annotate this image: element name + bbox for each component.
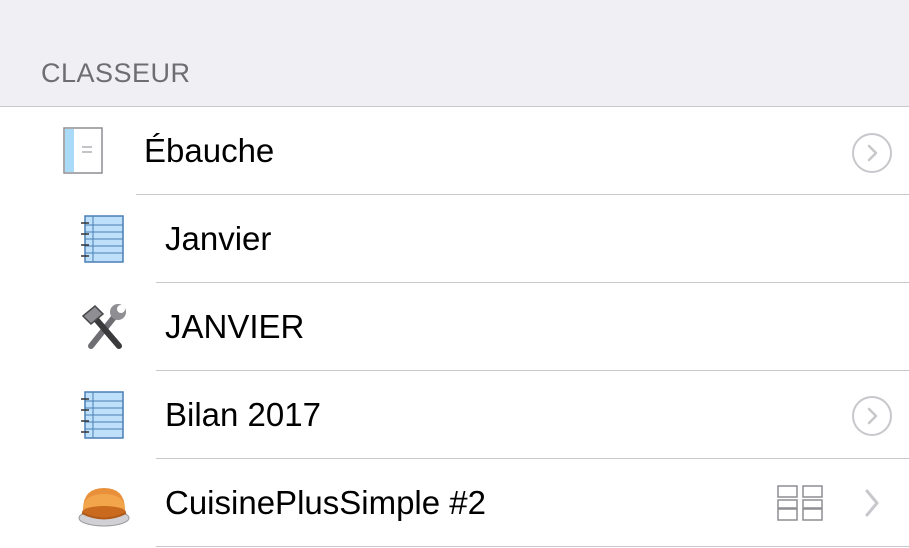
notebook-icon	[81, 391, 125, 444]
list-item-label: Janvier	[165, 220, 272, 257]
chevron-right-icon[interactable]	[862, 488, 882, 518]
list-item-label: CuisinePlusSimple #2	[165, 484, 486, 521]
list-item-ebauche[interactable]: Ébauche	[0, 107, 909, 195]
list-item-janvier-upper[interactable]: JANVIER	[0, 283, 909, 371]
draft-document-icon	[63, 127, 105, 180]
section-header: CLASSEUR	[0, 0, 909, 107]
hammer-wrench-icon	[79, 302, 129, 357]
detail-disclosure-button[interactable]	[852, 396, 892, 436]
list-item-label: Ébauche	[144, 132, 275, 169]
pie-icon	[78, 480, 130, 533]
list-item-label: Bilan 2017	[165, 396, 321, 433]
list-item-label: JANVIER	[165, 308, 305, 345]
grid-icon[interactable]	[777, 485, 823, 526]
chevron-right-icon	[867, 407, 878, 425]
list-item-bilan-2017[interactable]: Bilan 2017	[0, 371, 909, 459]
section-title: CLASSEUR	[41, 58, 191, 88]
notebook-icon	[81, 215, 125, 268]
list-item-janvier[interactable]: Janvier	[0, 195, 909, 283]
list-item-cuisineplussimple[interactable]: CuisinePlusSimple #2	[0, 459, 909, 547]
row-separator	[156, 546, 909, 547]
detail-disclosure-button[interactable]	[852, 133, 892, 173]
chevron-right-icon	[867, 144, 878, 162]
